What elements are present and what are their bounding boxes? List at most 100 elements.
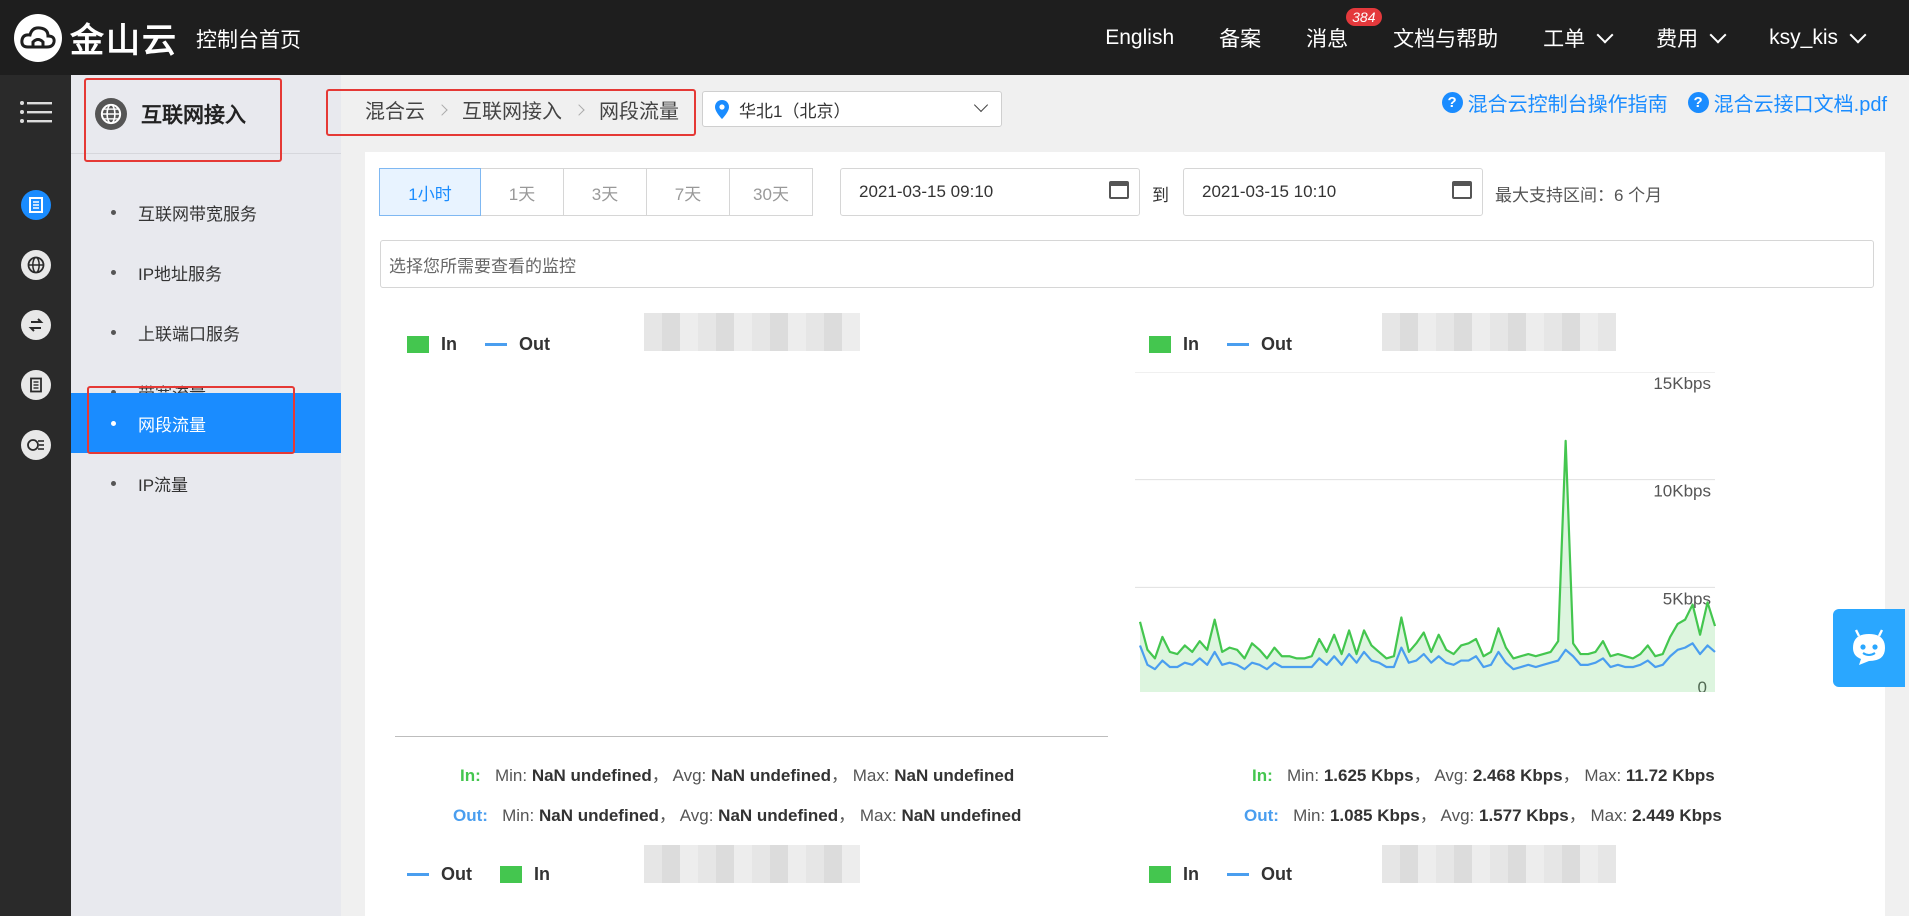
sidebar-item-ip-address[interactable]: IP地址服务: [71, 242, 341, 302]
chart-stats-out: Out: Min: NaN undefined， Avg: NaN undefi…: [453, 801, 1021, 826]
chevron-down-icon: [1849, 26, 1867, 43]
stat-sep: ，: [658, 806, 676, 825]
monitor-select[interactable]: 选择您所需要查看的监控: [380, 240, 1874, 288]
max-range-hint: 最大支持区间：6 个月: [1495, 186, 1663, 205]
chevron-down-icon: [1709, 26, 1727, 43]
legend-label-out[interactable]: Out: [519, 334, 550, 355]
tab-7-days[interactable]: 7天: [646, 168, 730, 216]
rail-exchange[interactable]: [0, 300, 71, 350]
blurred-chart-title: [644, 845, 860, 883]
calendar-icon[interactable]: [1452, 181, 1472, 199]
nav-beian[interactable]: 备案: [1219, 23, 1261, 53]
region-value: 华北1（北京）: [739, 101, 851, 121]
user-name: ksy_kis: [1769, 25, 1838, 49]
nav-billing[interactable]: 费用: [1656, 23, 1727, 53]
legend-label-in[interactable]: In: [1183, 864, 1199, 885]
nav-docs[interactable]: 文档与帮助: [1393, 23, 1498, 53]
tab-1-hour[interactable]: 1小时: [379, 168, 481, 216]
traffic-chart: 05Kbps10Kbps15Kbps09:1509:3009:4510:00: [1135, 372, 1717, 692]
guide-link-label: 混合云控制台操作指南: [1467, 94, 1668, 116]
breadcrumb-item[interactable]: 混合云: [365, 95, 425, 124]
chevron-right-icon: [573, 103, 585, 116]
menu-toggle[interactable]: [0, 87, 71, 137]
billing-icon: [20, 430, 51, 460]
series-in-line: [1138, 439, 1717, 660]
customer-service-button[interactable]: [1833, 609, 1905, 687]
legend-label-in[interactable]: In: [534, 864, 550, 885]
sidebar-item-ip-traffic[interactable]: IP流量: [71, 453, 341, 513]
stat-min-label: Min:: [1286, 766, 1320, 785]
globe-icon: [20, 250, 51, 280]
chart-legend: In Out: [1149, 334, 1292, 355]
hamburger-menu-icon: [19, 101, 52, 123]
brand-logo[interactable]: 金山云: [14, 13, 178, 62]
bullet: [111, 329, 116, 335]
y-tick-label: 10Kbps: [1653, 482, 1711, 501]
start-time-value: 2021-03-15 09:10: [859, 182, 994, 201]
highlight-box: [87, 386, 295, 454]
tab-1-day[interactable]: 1天: [480, 168, 564, 216]
rail-document[interactable]: [0, 360, 71, 410]
stat-max-label: Max:: [1584, 766, 1622, 785]
stat-avg-label: Avg:: [679, 806, 714, 825]
range-to-label: 到: [1152, 186, 1169, 205]
tab-30-days[interactable]: 30天: [729, 168, 813, 216]
legend-label-in[interactable]: In: [441, 334, 457, 355]
nav-tickets[interactable]: 工单: [1543, 23, 1614, 53]
chart-legend: Out In: [407, 864, 550, 885]
highlight-box: [84, 78, 282, 162]
nav-user[interactable]: ksy_kis: [1769, 25, 1867, 50]
stat-out-min: NaN undefined: [538, 806, 659, 825]
server-icon: [20, 190, 51, 220]
region-select[interactable]: 华北1（北京）: [702, 91, 1002, 127]
legend-label-out[interactable]: Out: [1261, 334, 1292, 355]
nav-billing-label: 费用: [1656, 27, 1699, 51]
nav-english[interactable]: English: [1105, 26, 1174, 50]
stat-in-label: In:: [1252, 766, 1273, 785]
stat-sep: ，: [1419, 806, 1437, 825]
end-time-input[interactable]: 2021-03-15 10:10: [1183, 168, 1483, 216]
time-range-tabs: 1小时 1天 3天 7天 30天: [379, 168, 813, 216]
location-pin-icon: [715, 99, 729, 119]
legend-label-out[interactable]: Out: [441, 864, 472, 885]
nav-messages-label: 消息: [1306, 27, 1349, 51]
stat-out-max: NaN undefined: [901, 806, 1022, 825]
blurred-chart-title: [1382, 845, 1616, 883]
sidebar-item-internet-bandwidth[interactable]: 互联网带宽服务: [71, 182, 341, 242]
rail-product-server[interactable]: [0, 180, 71, 230]
chevron-right-icon: [436, 103, 448, 116]
console-home-link[interactable]: 控制台首页: [196, 24, 301, 54]
breadcrumb-item[interactable]: 互联网接入: [462, 95, 562, 124]
logo-text: 金山云: [70, 22, 178, 60]
series-in-area: [1140, 440, 1715, 692]
help-icon: ?: [1687, 92, 1709, 113]
stat-in-avg: NaN undefined: [711, 766, 831, 785]
rail-internet-access[interactable]: [0, 240, 71, 290]
start-time-input[interactable]: 2021-03-15 09:10: [840, 168, 1140, 216]
doc-links: ? 混合云控制台操作指南 ? 混合云接口文档.pdf: [1422, 88, 1887, 117]
stat-avg-label: Avg:: [1434, 766, 1469, 785]
guide-link[interactable]: ? 混合云控制台操作指南: [1441, 88, 1668, 117]
exchange-icon: [20, 310, 51, 340]
nav-messages[interactable]: 消息 384: [1306, 7, 1382, 53]
breadcrumb-item: 网段流量: [599, 101, 679, 123]
sidebar-item-uplink-port[interactable]: 上联端口服务: [71, 302, 341, 362]
chart-stats-in: In: Min: NaN undefined， Avg: NaN undefin…: [460, 761, 1014, 786]
stat-sep: ，: [1562, 766, 1580, 785]
stat-out-min: 1.085 Kbps: [1329, 806, 1420, 825]
tab-3-days[interactable]: 3天: [563, 168, 647, 216]
legend-label-out[interactable]: Out: [1261, 864, 1292, 885]
rail-billing[interactable]: [0, 420, 71, 470]
stat-min-label: Min:: [1293, 806, 1326, 825]
api-doc-link[interactable]: ? 混合云接口文档.pdf: [1687, 88, 1887, 117]
stat-out-avg: 1.577 Kbps: [1478, 806, 1569, 825]
chevron-down-icon: [973, 97, 989, 113]
stat-in-max: NaN undefined: [894, 766, 1015, 785]
calendar-icon[interactable]: [1109, 181, 1129, 199]
legend-swatch-in: [1149, 866, 1171, 883]
legend-label-in[interactable]: In: [1183, 334, 1199, 355]
legend-swatch-in: [1149, 336, 1171, 353]
stat-max-label: Max:: [852, 766, 890, 785]
document-icon: [20, 370, 51, 400]
content-panel: 1小时 1天 3天 7天 30天 2021-03-15 09:10 到 2021…: [365, 152, 1885, 916]
